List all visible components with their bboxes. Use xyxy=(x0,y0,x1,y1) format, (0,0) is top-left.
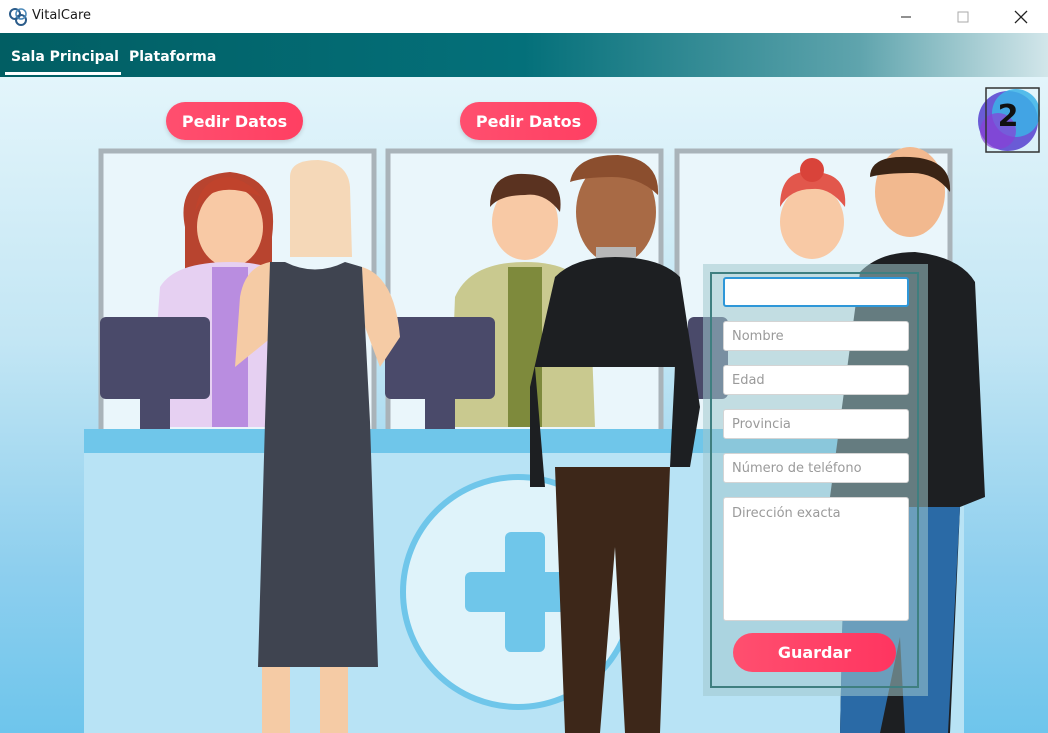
queue-counter-value: 2 xyxy=(997,99,1019,134)
tab-plataforma[interactable]: Plataforma xyxy=(129,49,216,65)
maximize-icon xyxy=(957,11,969,22)
active-tab-indicator xyxy=(5,72,121,75)
minimize-button[interactable] xyxy=(879,0,933,33)
menu-bar: Sala Principal Plataforma xyxy=(0,33,1048,77)
request-data-button-2[interactable]: Pedir Datos xyxy=(460,102,597,140)
name-field[interactable] xyxy=(723,321,909,351)
age-field[interactable] xyxy=(723,365,909,395)
reception-scene: Pedir Datos Pedir Datos 2 Guardar xyxy=(0,77,1048,733)
window-title: VitalCare xyxy=(32,8,91,23)
address-field[interactable] xyxy=(723,497,909,621)
close-icon xyxy=(1014,10,1028,23)
request-data-button-1[interactable]: Pedir Datos xyxy=(166,102,303,140)
phone-field[interactable] xyxy=(723,453,909,483)
app-logo-icon xyxy=(9,8,27,26)
save-button[interactable]: Guardar xyxy=(733,633,896,672)
title-bar: VitalCare xyxy=(0,0,1048,33)
tab-sala-principal[interactable]: Sala Principal xyxy=(11,49,119,65)
maximize-button[interactable] xyxy=(936,0,990,33)
province-field[interactable] xyxy=(723,409,909,439)
minimize-icon xyxy=(901,16,911,17)
id-field[interactable] xyxy=(723,277,909,307)
close-button[interactable] xyxy=(994,0,1048,33)
